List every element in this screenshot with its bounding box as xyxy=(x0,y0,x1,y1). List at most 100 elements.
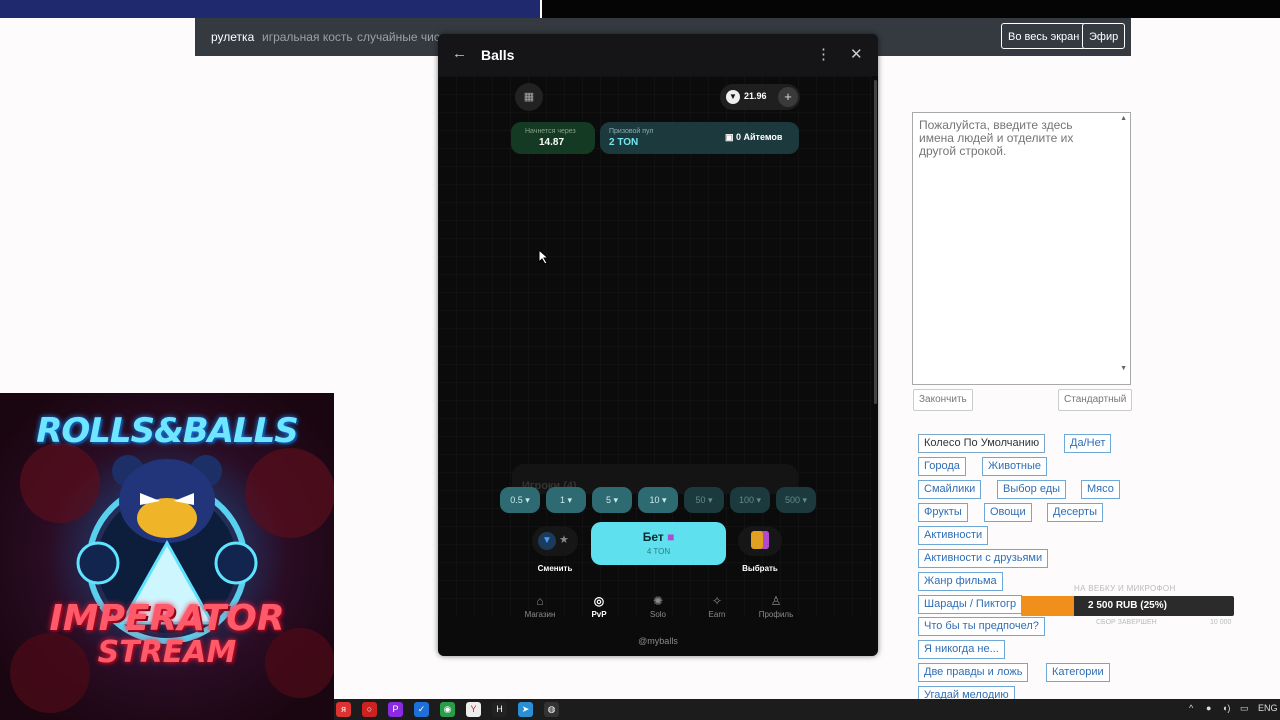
chip-value: 100 xyxy=(738,495,754,505)
nav-profile-label: Профиль xyxy=(758,610,794,619)
battery-icon[interactable]: ▭ xyxy=(1240,703,1249,714)
donation-status: СБОР ЗАВЕРШЕН xyxy=(1096,619,1157,626)
live-button[interactable]: Эфир xyxy=(1082,23,1126,49)
bet-chip-0-5[interactable]: 0.5 ▾ xyxy=(500,487,540,513)
countdown-label: Начнется через xyxy=(525,128,576,135)
tag-never-have-i[interactable]: Я никогда не... xyxy=(918,640,1005,659)
donation-amount: 2 500 RUB (25%) xyxy=(1088,600,1167,611)
microphone-icon[interactable]: ● xyxy=(1206,703,1211,713)
choose-item-button[interactable] xyxy=(738,526,782,556)
opera-icon[interactable]: ○ xyxy=(362,702,377,717)
history-icon[interactable]: ▦ xyxy=(515,83,543,111)
switch-label: Сменить xyxy=(537,564,573,573)
chrome-icon[interactable]: ◉ xyxy=(440,702,455,717)
gift-icon: ▣ xyxy=(725,132,737,142)
tray-expand-icon[interactable]: ^ xyxy=(1189,703,1193,713)
tag-categories[interactable]: Категории xyxy=(1046,663,1110,682)
prize-pool-value: 2 TON xyxy=(609,137,639,148)
app-h-icon[interactable]: H xyxy=(492,702,507,717)
browser-tab-strip xyxy=(0,0,540,18)
modal-title: Balls xyxy=(481,47,515,63)
countdown-card: Начнется через 14.87 xyxy=(511,122,595,154)
nav-shop[interactable]: ⌂ Магазин xyxy=(515,594,565,619)
tag-meat[interactable]: Мясо xyxy=(1081,480,1120,499)
bet-button-label: Бет ■ xyxy=(591,530,726,544)
mail-icon[interactable]: ✓ xyxy=(414,702,429,717)
tag-would-you-rather[interactable]: Что бы ты предпочел? xyxy=(918,617,1045,636)
tag-activities[interactable]: Активности xyxy=(918,526,989,545)
tag-cities[interactable]: Города xyxy=(918,457,966,476)
tag-default-wheel[interactable]: Колесо По Умолчанию xyxy=(918,434,1046,453)
bet-chip-100[interactable]: 100 ▾ xyxy=(730,487,770,513)
chip-value: 10 xyxy=(649,495,660,505)
balance-value: 21.96 xyxy=(744,91,767,101)
donation-goal: 10 000 xyxy=(1210,619,1232,626)
window-top-bar xyxy=(542,0,1280,18)
bet-chip-500[interactable]: 500 ▾ xyxy=(776,487,816,513)
prize-pool-card: Призовой пул 2 TON ▣ 0 Айтемов xyxy=(600,122,799,154)
switch-toggle[interactable]: ▼ ★ xyxy=(532,526,578,556)
balance-pill: ▼ 21.96 + xyxy=(720,84,800,110)
back-arrow-icon[interactable]: ← xyxy=(452,45,467,62)
tag-charades[interactable]: Шарады / Пиктогр xyxy=(918,595,1023,614)
bet-amount: 4 TON xyxy=(646,547,671,556)
scroll-up-icon[interactable]: ▲ xyxy=(1120,115,1127,122)
nav-pvp[interactable]: ◎ PvP xyxy=(574,594,624,619)
add-balance-button[interactable]: + xyxy=(778,87,798,107)
nav-roulette[interactable]: рулетка xyxy=(211,30,254,44)
names-textarea[interactable]: Пожалуйста, введите здесь имена людей и … xyxy=(912,112,1131,385)
input-language[interactable]: ENG xyxy=(1258,703,1278,713)
standard-button[interactable]: Стандартный xyxy=(1058,389,1133,411)
bet-label-text: Бет xyxy=(642,530,664,544)
profile-icon: ♙ xyxy=(770,594,782,608)
more-menu-icon[interactable]: ⋮ xyxy=(816,45,831,63)
bet-button[interactable]: Бет ■ 4 TON xyxy=(591,522,726,565)
bet-chip-1[interactable]: 1 ▾ xyxy=(546,487,586,513)
scroll-down-icon[interactable]: ▼ xyxy=(1120,365,1127,372)
countdown-value: 14.87 xyxy=(539,137,565,148)
art-title-stream: STREAM xyxy=(97,635,237,670)
tag-animals[interactable]: Животные xyxy=(982,457,1048,476)
close-icon[interactable]: ✕ xyxy=(850,45,863,63)
tag-activities-friends[interactable]: Активности с друзьями xyxy=(918,549,1049,568)
obs-icon[interactable]: ◍ xyxy=(544,702,559,717)
volume-icon[interactable]: ◖) xyxy=(1222,703,1230,713)
yandex-icon[interactable]: Y xyxy=(466,702,481,717)
balls-miniapp-window: ← Balls ⋮ ✕ ▦ ▼ 21.96 + Начнется через 1… xyxy=(438,34,878,656)
app-icon[interactable]: P xyxy=(388,702,403,717)
nav-earn[interactable]: ✧ Earn xyxy=(692,594,742,619)
nav-profile[interactable]: ♙ Профиль xyxy=(751,594,801,619)
bet-chip-50[interactable]: 50 ▾ xyxy=(684,487,724,513)
pvp-icon: ◎ xyxy=(593,594,605,608)
modal-scrollbar[interactable] xyxy=(874,80,877,404)
telegram-icon[interactable]: ➤ xyxy=(518,702,533,717)
bot-username: @myballs xyxy=(638,636,678,646)
bet-chip-5[interactable]: 5 ▾ xyxy=(592,487,632,513)
tag-two-truths[interactable]: Две правды и ложь xyxy=(918,663,1029,682)
tag-fruits[interactable]: Фрукты xyxy=(918,503,968,522)
nav-shop-label: Магазин xyxy=(524,610,556,619)
tag-food-choice[interactable]: Выбор еды xyxy=(997,480,1067,499)
windows-taskbar: я ○ P ✓ ◉ Y H ➤ ◍ ^ ● ◖) ▭ ENG xyxy=(334,699,1280,720)
art-title-imperator: IMPERATOR xyxy=(49,598,285,639)
items-count[interactable]: ▣ 0 Айтемов xyxy=(725,132,782,143)
chip-value: 500 xyxy=(784,495,800,505)
donation-heading: НА ВЕБКУ И МИКРОФОН xyxy=(1074,584,1176,593)
finish-button[interactable]: Закончить xyxy=(913,389,973,411)
nav-pvp-label: PvP xyxy=(591,610,607,619)
solo-icon: ✺ xyxy=(652,594,664,608)
tag-yes-no[interactable]: Да/Нет xyxy=(1064,434,1112,453)
fullscreen-button[interactable]: Во весь экран xyxy=(1001,23,1087,49)
shop-icon: ⌂ xyxy=(536,594,544,608)
nav-random-numbers[interactable]: случайные числ xyxy=(357,30,447,44)
yandex-browser-icon[interactable]: я xyxy=(336,702,351,717)
tag-emojis[interactable]: Смайлики xyxy=(918,480,982,499)
tag-vegetables[interactable]: Овощи xyxy=(984,503,1032,522)
nav-dice[interactable]: игральная кость xyxy=(262,30,353,44)
bet-chip-10[interactable]: 10 ▾ xyxy=(638,487,678,513)
nav-solo[interactable]: ✺ Solo xyxy=(633,594,683,619)
chip-value: 50 xyxy=(695,495,706,505)
gift-icon: ■ xyxy=(667,530,675,544)
tag-desserts[interactable]: Десерты xyxy=(1047,503,1104,522)
tag-movie-genre[interactable]: Жанр фильма xyxy=(918,572,1003,591)
